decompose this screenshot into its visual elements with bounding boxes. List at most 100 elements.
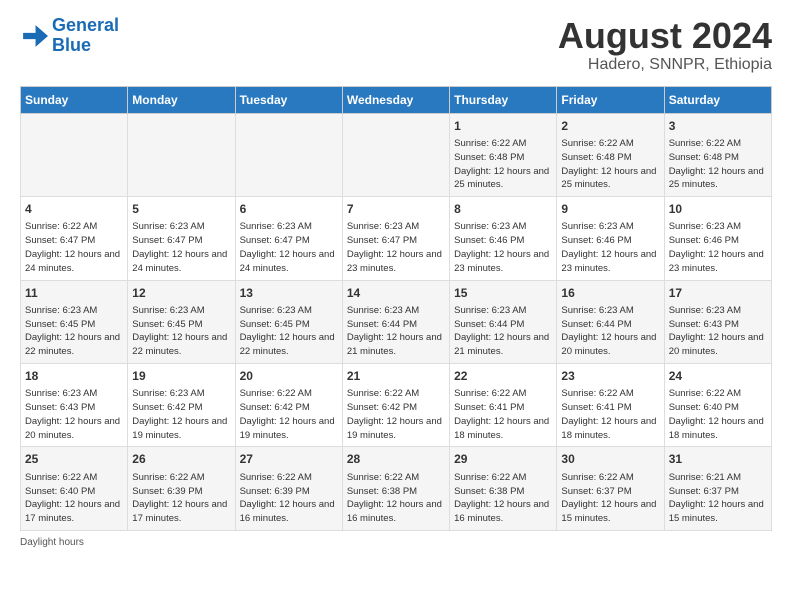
col-saturday: Saturday xyxy=(664,86,771,113)
day-number: 5 xyxy=(132,201,230,218)
sunrise: Sunrise: 6:21 AM xyxy=(669,472,741,483)
sunrise: Sunrise: 6:22 AM xyxy=(347,472,419,483)
sunset: Sunset: 6:40 PM xyxy=(25,486,95,497)
calendar-cell: 14 Sunrise: 6:23 AM Sunset: 6:44 PM Dayligh… xyxy=(342,280,449,363)
sunset: Sunset: 6:47 PM xyxy=(347,235,417,246)
col-friday: Friday xyxy=(557,86,664,113)
sunset: Sunset: 6:42 PM xyxy=(347,402,417,413)
daylight: Daylight: 12 hours and 20 minutes. xyxy=(561,332,656,357)
day-number: 20 xyxy=(240,368,338,385)
sunset: Sunset: 6:47 PM xyxy=(240,235,310,246)
day-number: 6 xyxy=(240,201,338,218)
calendar-cell: 29Sunrise: 6:22 AMSunset: 6:38 PMDayligh… xyxy=(450,447,557,530)
day-number: 17 xyxy=(669,285,767,302)
day-number: 14 xyxy=(347,285,445,302)
day-number: 8 xyxy=(454,201,552,218)
day-number: 24 xyxy=(669,368,767,385)
sunset: Sunset: 6:42 PM xyxy=(132,402,202,413)
day-number: 2 xyxy=(561,118,659,135)
day-number: 25 xyxy=(25,451,123,468)
calendar-row-0: 1 Sunrise: 6:22 AM Sunset: 6:48 PM Daylight… xyxy=(21,113,772,196)
day-number: 1 xyxy=(454,118,552,135)
title-block: August 2024 Hadero, SNNPR, Ethiopia xyxy=(558,16,772,74)
calendar-cell xyxy=(235,113,342,196)
sunset: Sunset: 6:38 PM xyxy=(347,486,417,497)
day-number: 4 xyxy=(25,201,123,218)
calendar-row-2: 11Sunrise: 6:23 AMSunset: 6:45 PMDayligh… xyxy=(21,280,772,363)
day-number: 26 xyxy=(132,451,230,468)
calendar-cell: 3Sunrise: 6:22 AMSunset: 6:48 PMDaylight… xyxy=(664,113,771,196)
daylight: Daylight: 12 hours and 17 minutes. xyxy=(132,499,227,524)
daylight: Daylight: 12 hours and 23 minutes. xyxy=(669,249,764,274)
sunset: Sunset: 6:39 PM xyxy=(240,486,310,497)
day-number: 13 xyxy=(240,285,338,302)
calendar-cell: 10Sunrise: 6:23 AMSunset: 6:46 PMDayligh… xyxy=(664,197,771,280)
calendar-cell: 27Sunrise: 6:22 AMSunset: 6:39 PMDayligh… xyxy=(235,447,342,530)
daylight: Daylight: 12 hours and 16 minutes. xyxy=(347,499,442,524)
calendar-cell: 13Sunrise: 6:23 AMSunset: 6:45 PMDayligh… xyxy=(235,280,342,363)
sunset: Sunset: 6:46 PM xyxy=(669,235,739,246)
sunrise: Sunrise: 6:23 AM xyxy=(561,305,633,316)
calendar-row-3: 18Sunrise: 6:23 AMSunset: 6:43 PMDayligh… xyxy=(21,363,772,446)
footer: Daylight hours xyxy=(20,537,772,548)
calendar-cell: 25Sunrise: 6:22 AMSunset: 6:40 PMDayligh… xyxy=(21,447,128,530)
daylight: Daylight: 12 hours and 22 minutes. xyxy=(240,332,335,357)
sunset: Sunset: 6:44 PM xyxy=(347,319,417,330)
daylight: Daylight: 12 hours and 25 minutes. xyxy=(454,166,549,191)
daylight: Daylight: 12 hours and 15 minutes. xyxy=(561,499,656,524)
day-number: 27 xyxy=(240,451,338,468)
calendar-cell: 26Sunrise: 6:22 AMSunset: 6:39 PMDayligh… xyxy=(128,447,235,530)
sunset: Sunset: 6:46 PM xyxy=(561,235,631,246)
day-number: 9 xyxy=(561,201,659,218)
day-number: 29 xyxy=(454,451,552,468)
sunrise: Sunrise: 6:23 AM xyxy=(347,221,419,232)
sunrise: Sunrise: 6:22 AM xyxy=(25,472,97,483)
sunrise: Sunrise: 6:23 AM xyxy=(347,305,419,316)
daylight: Daylight: 12 hours and 25 minutes. xyxy=(669,166,764,191)
col-sunday: Sunday xyxy=(21,86,128,113)
logo-line1: General xyxy=(52,15,119,35)
logo-line2: Blue xyxy=(52,35,91,55)
sunset: Sunset: 6:48 PM xyxy=(669,152,739,163)
daylight: Daylight: 12 hours and 22 minutes. xyxy=(132,332,227,357)
sunset: Sunset: 6:39 PM xyxy=(132,486,202,497)
sunset: Sunset: 6:37 PM xyxy=(561,486,631,497)
daylight: Daylight: 12 hours and 21 minutes. xyxy=(454,332,549,357)
daylight: Daylight: 12 hours and 21 minutes. xyxy=(347,332,442,357)
calendar-cell xyxy=(21,113,128,196)
day-number: 18 xyxy=(25,368,123,385)
day-number: 23 xyxy=(561,368,659,385)
sunset: Sunset: 6:44 PM xyxy=(561,319,631,330)
main-title: August 2024 xyxy=(558,16,772,56)
calendar-row-4: 25 Sunrise: 6:22 AM Sunset: 6:40 PM Dayligh… xyxy=(21,447,772,530)
day-number: 22 xyxy=(454,368,552,385)
sunset: Sunset: 6:38 PM xyxy=(454,486,524,497)
sunset: Sunset: 6:48 PM xyxy=(561,152,631,163)
page-container: General Blue August 2024 Hadero, SNNPR, … xyxy=(0,0,792,558)
col-thursday: Thursday xyxy=(450,86,557,113)
calendar-cell xyxy=(342,113,449,196)
calendar-cell: 6Sunrise: 6:23 AMSunset: 6:47 PMDaylight… xyxy=(235,197,342,280)
calendar-cell: 1Sunrise: 6:22 AMSunset: 6:48 PMDaylight… xyxy=(450,113,557,196)
calendar-cell: 8Sunrise: 6:23 AMSunset: 6:46 PMDaylight… xyxy=(450,197,557,280)
sunset: Sunset: 6:46 PM xyxy=(454,235,524,246)
sunset: Sunset: 6:42 PM xyxy=(240,402,310,413)
calendar-cell: 15Sunrise: 6:23 AMSunset: 6:44 PMDayligh… xyxy=(450,280,557,363)
daylight: Daylight: 12 hours and 19 minutes. xyxy=(240,416,335,441)
sunrise: Sunrise: 6:22 AM xyxy=(454,138,526,149)
sunset: Sunset: 6:40 PM xyxy=(669,402,739,413)
calendar-cell: 31Sunrise: 6:21 AMSunset: 6:37 PMDayligh… xyxy=(664,447,771,530)
sunrise: Sunrise: 6:23 AM xyxy=(454,221,526,232)
sunrise: Sunrise: 6:23 AM xyxy=(132,305,204,316)
sunrise: Sunrise: 6:22 AM xyxy=(561,138,633,149)
day-number: 28 xyxy=(347,451,445,468)
calendar-cell: 12Sunrise: 6:23 AMSunset: 6:45 PMDayligh… xyxy=(128,280,235,363)
sunset: Sunset: 6:45 PM xyxy=(132,319,202,330)
sunrise: Sunrise: 6:23 AM xyxy=(25,305,97,316)
calendar-cell: 17Sunrise: 6:23 AMSunset: 6:43 PMDayligh… xyxy=(664,280,771,363)
daylight: Daylight: 12 hours and 16 minutes. xyxy=(240,499,335,524)
sunset: Sunset: 6:43 PM xyxy=(25,402,95,413)
sunrise: Sunrise: 6:23 AM xyxy=(240,221,312,232)
sunrise: Sunrise: 6:22 AM xyxy=(561,388,633,399)
daylight: Daylight: 12 hours and 19 minutes. xyxy=(132,416,227,441)
